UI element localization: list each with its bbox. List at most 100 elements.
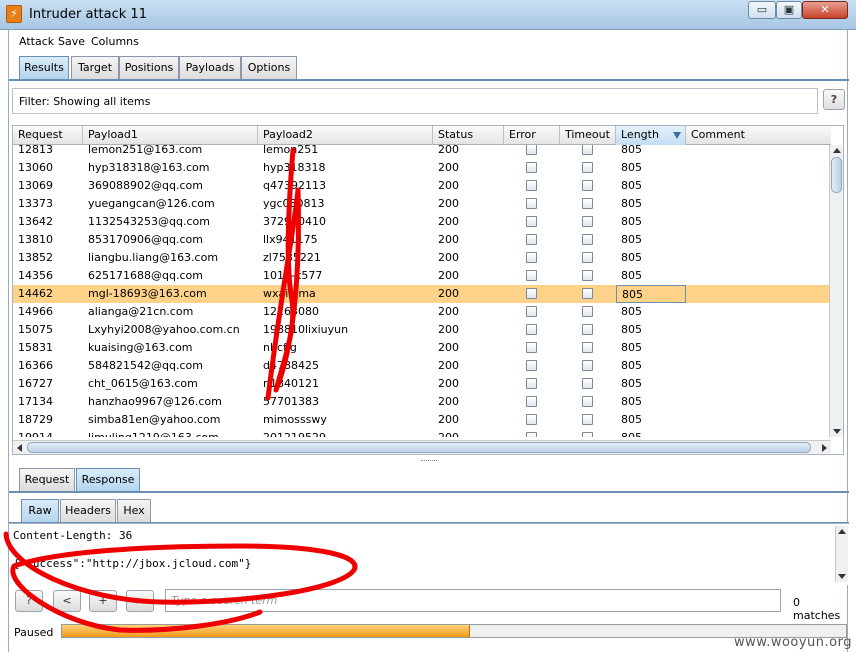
col-payload1[interactable]: Payload1 (83, 126, 258, 145)
cell-request: 13642 (18, 215, 53, 228)
cell-payload1: simba81en@yahoo.com (88, 413, 221, 426)
tab-payloads[interactable]: Payloads (179, 56, 241, 79)
cell-payload1: 625171688@qq.com (88, 269, 203, 282)
search-add-button[interactable]: + (89, 590, 117, 612)
menu-save[interactable]: Save (58, 35, 85, 48)
table-row[interactable]: 14356 625171688@qq.com 1010-k577 200 805 (13, 267, 831, 285)
table-row[interactable]: 19914limuling1219@163.com201219529200 805 (13, 429, 831, 437)
tab-results[interactable]: Results (19, 56, 69, 79)
tab-target[interactable]: Target (71, 56, 119, 79)
response-scroll-up-icon[interactable] (838, 529, 846, 534)
cell-payload1: hyp318318@163.com (88, 161, 210, 174)
filter-help-button[interactable]: ? (823, 89, 845, 110)
col-error[interactable]: Error (504, 126, 560, 145)
cell-payload1: lemon251@163.com (88, 145, 203, 156)
scroll-left-icon[interactable] (17, 444, 22, 452)
cell-payload2: d4788425 (263, 359, 319, 372)
table-row[interactable]: 13373 yuegangcan@126.com ygc080813 200 805 (13, 195, 831, 213)
scroll-right-icon[interactable] (822, 444, 827, 452)
table-row[interactable]: 17134 hanzhao9967@126.com 57701383 200 805 (13, 393, 831, 411)
table-row[interactable]: 14462 mgl-18693@163.com wxainima 200 805 (13, 285, 831, 303)
tab-options[interactable]: Options (241, 56, 297, 79)
timeout-checkbox (582, 360, 593, 371)
table-row[interactable]: 13642 1132543253@qq.com 372920410 200 805 (13, 213, 831, 231)
attack-status: Paused (14, 626, 54, 639)
error-checkbox (526, 198, 537, 209)
cell-status: 200 (438, 145, 459, 156)
timeout-checkbox (582, 306, 593, 317)
menu-attack[interactable]: Attack (19, 35, 54, 48)
menu-columns[interactable]: Columns (91, 35, 139, 48)
minimize-button[interactable]: ▭ (748, 1, 776, 19)
table-row[interactable]: 13069 369088902@qq.com q47392113 200 805 (13, 177, 831, 195)
table-row[interactable]: 18729 simba81en@yahoo.com mimossswy 200 805 (13, 411, 831, 429)
search-next-button[interactable]: > (126, 590, 154, 612)
table-row[interactable]: 13810 853170906@qq.com llx941175 200 805 (13, 231, 831, 249)
cell-payload1: 1132543253@qq.com (88, 215, 210, 228)
cell-payload1: yuegangcan@126.com (88, 197, 215, 210)
search-help-button[interactable]: ? (15, 590, 43, 612)
cell-request: 13060 (18, 161, 53, 174)
pane-splitter[interactable] (9, 458, 849, 464)
cell-length: 805 (621, 161, 642, 174)
cell-status: 200 (438, 287, 459, 300)
col-length[interactable]: Length (616, 126, 686, 145)
cell-payload1: mgl-18693@163.com (88, 287, 207, 300)
table-hscroll-thumb[interactable] (27, 442, 811, 453)
cell-payload2: nbcfig (263, 341, 297, 354)
table-row[interactable]: 13060 hyp318318@163.com hyp318318 200 805 (13, 159, 831, 177)
maximize-button[interactable]: ▣ (776, 1, 802, 19)
cell-comment (686, 393, 831, 411)
col-request[interactable]: Request (13, 126, 83, 145)
cell-length: 805 (616, 429, 686, 437)
table-scroll-thumb[interactable] (831, 157, 842, 193)
table-row[interactable]: 15075 Lxyhyi2008@yahoo.com.cn 198810lixiuy… (13, 321, 831, 339)
intruder-window: Attack Save Columns Results Target Posit… (8, 30, 849, 652)
timeout-checkbox (582, 198, 593, 209)
cell-comment (686, 321, 831, 339)
cell-payload1: 369088902@qq.com (88, 179, 203, 192)
table-body: 12813 lemon251@163.com lemon251 200 805 13060… (13, 145, 831, 437)
error-checkbox (526, 342, 537, 353)
table-row[interactable]: 12813 lemon251@163.com lemon251 200 805 (13, 145, 831, 159)
table-row[interactable]: 13852 liangbu.liang@163.com zl7585221 200 80… (13, 249, 831, 267)
tab-headers[interactable]: Headers (60, 499, 116, 522)
error-checkbox (526, 145, 537, 155)
table-horizontal-scrollbar[interactable] (13, 440, 831, 454)
table-row[interactable]: 14966 alianga@21cn.com 12263080 200 805 (13, 303, 831, 321)
error-checkbox (526, 324, 537, 335)
search-input[interactable] (165, 589, 781, 612)
col-payload2[interactable]: Payload2 (258, 126, 433, 145)
table-row[interactable]: 15831 kuaising@163.com nbcfig 200 805 (13, 339, 831, 357)
col-comment[interactable]: Comment (686, 126, 831, 145)
response-scrollbar[interactable] (835, 526, 848, 582)
response-scroll-down-icon[interactable] (838, 574, 846, 579)
cell-status: 200 (438, 161, 459, 174)
cell-payload2: lemon251 (263, 145, 319, 156)
tab-hex[interactable]: Hex (117, 499, 151, 522)
cell-payload2: 201219529 (258, 429, 433, 437)
col-timeout[interactable]: Timeout (560, 126, 616, 145)
table-row[interactable]: 16727 cht_0615@163.com n1840121 200 805 (13, 375, 831, 393)
cell-comment (686, 375, 831, 393)
error-checkbox (526, 378, 537, 389)
timeout-checkbox (582, 145, 593, 155)
scroll-down-icon[interactable] (833, 429, 841, 434)
tab-raw[interactable]: Raw (21, 499, 59, 522)
cell-length: 805 (621, 377, 642, 390)
cell-payload2: 198810lixiuyun (263, 323, 349, 336)
scroll-up-icon[interactable] (833, 148, 841, 153)
tab-positions[interactable]: Positions (119, 56, 179, 79)
search-prev-button[interactable]: < (53, 590, 81, 612)
tab-request[interactable]: Request (19, 468, 75, 491)
cell-request: 17134 (18, 395, 53, 408)
filter-bar[interactable]: Filter: Showing all items (12, 88, 818, 114)
cell-payload1: hanzhao9967@126.com (88, 395, 222, 408)
table-row[interactable]: 16366 584821542@qq.com d4788425 200 805 (13, 357, 831, 375)
response-raw-view[interactable]: Content-Length: 36 {"success":"http://jb… (9, 523, 849, 585)
close-button[interactable]: ✕ (802, 1, 848, 19)
tab-response[interactable]: Response (76, 468, 140, 491)
filter-text: Filter: Showing all items (19, 95, 151, 108)
col-status[interactable]: Status (433, 126, 504, 145)
table-vertical-scrollbar[interactable] (829, 145, 843, 437)
